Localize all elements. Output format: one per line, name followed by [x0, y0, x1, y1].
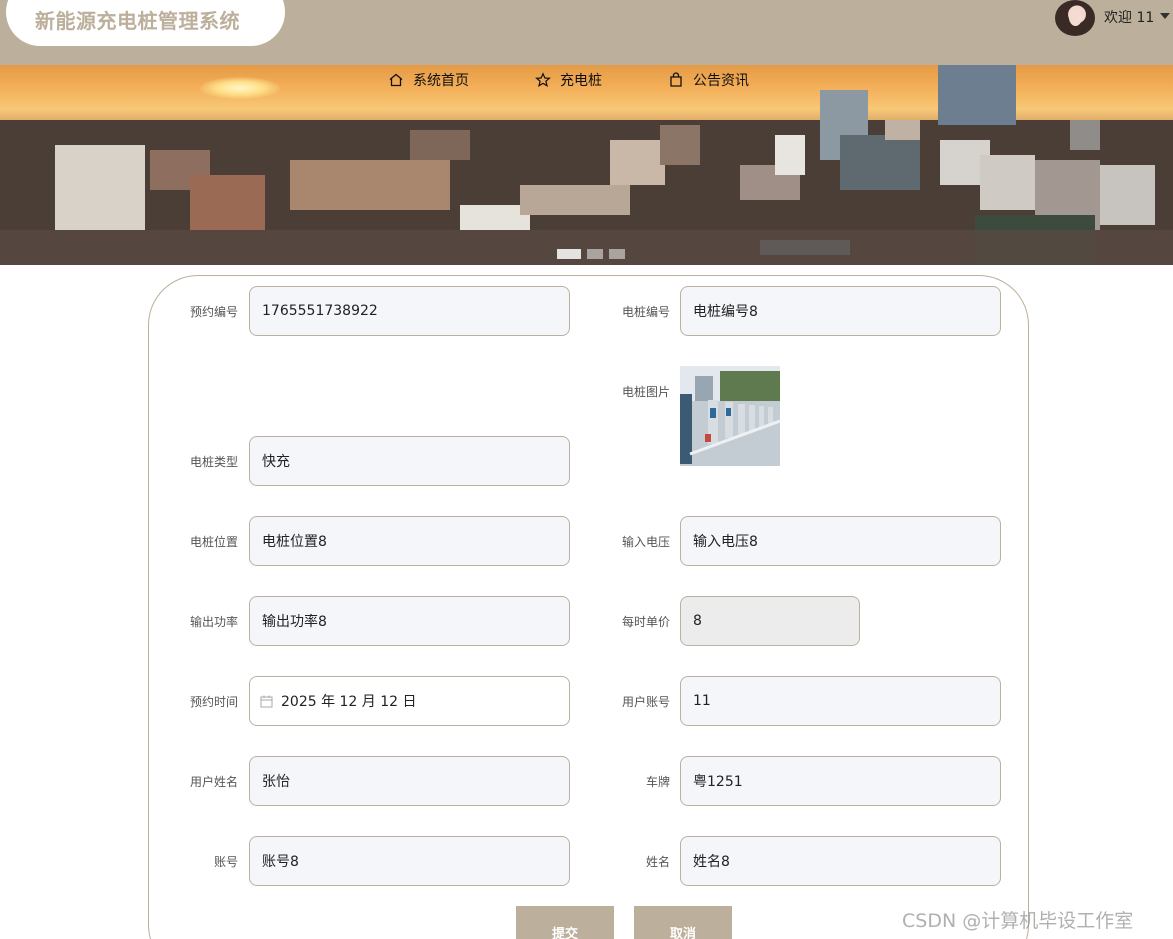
booking-no-field[interactable]: 1765551738922 — [249, 286, 570, 336]
label-booking-no: 预约编号 — [189, 305, 238, 319]
pile-no-field[interactable]: 电桩编号8 — [680, 286, 1001, 336]
booking-time-picker[interactable]: 2025 年 12 月 12 日 — [249, 676, 570, 726]
app-title: 新能源充电桩管理系统 — [35, 9, 240, 33]
label-pile-no: 电桩编号 — [621, 305, 670, 319]
nav-item-charging-pile[interactable]: 充电桩 — [535, 69, 602, 91]
label-name: 姓名 — [645, 855, 670, 869]
watermark: CSDN @计算机毕设工作室 — [902, 910, 1134, 932]
label-output-power: 输出功率 — [189, 615, 238, 629]
label-booking-time: 预约时间 — [189, 695, 238, 709]
pile-image — [680, 366, 780, 466]
user-account-value: 11 — [693, 693, 711, 709]
welcome-text[interactable]: 欢迎 11 — [1104, 7, 1154, 27]
pile-location-value: 电桩位置8 — [262, 534, 327, 550]
label-pile-type: 电桩类型 — [189, 455, 238, 469]
hourly-price-value: 8 — [693, 613, 702, 629]
user-account-field[interactable]: 11 — [680, 676, 1001, 726]
pile-type-value: 快充 — [262, 454, 290, 470]
bag-icon — [670, 72, 682, 87]
hourly-price-field[interactable]: 8 — [680, 596, 860, 646]
label-hourly-price: 每时单价 — [621, 615, 670, 629]
top-bar: 新能源充电桩管理系统 欢迎 11 — [0, 0, 1173, 65]
city-skyline-image — [0, 65, 1173, 265]
pile-no-value: 电桩编号8 — [693, 304, 758, 320]
label-pile-location: 电桩位置 — [189, 535, 238, 549]
user-avatar[interactable] — [1055, 0, 1095, 36]
pile-location-field[interactable]: 电桩位置8 — [249, 516, 570, 566]
calendar-icon — [260, 695, 273, 707]
name-field[interactable]: 姓名8 — [680, 836, 1001, 886]
label-user-account: 用户账号 — [621, 695, 670, 709]
account-field[interactable]: 账号8 — [249, 836, 570, 886]
plate-field[interactable]: 粤1251 — [680, 756, 1001, 806]
submit-button[interactable]: 提交 — [516, 906, 614, 939]
nav-item-home[interactable]: 系统首页 — [388, 69, 469, 91]
name-value: 姓名8 — [693, 854, 730, 870]
carousel-dot[interactable] — [587, 249, 603, 259]
carousel-dot[interactable] — [557, 249, 581, 259]
carousel-dot[interactable] — [609, 249, 625, 259]
input-voltage-field[interactable]: 输入电压8 — [680, 516, 1001, 566]
account-value: 账号8 — [262, 854, 299, 870]
nav-label-home: 系统首页 — [413, 73, 469, 89]
nav-label-announcements: 公告资讯 — [693, 73, 749, 89]
plate-value: 粤1251 — [693, 774, 743, 790]
cancel-button[interactable]: 取消 — [634, 906, 732, 939]
star-icon — [535, 72, 551, 87]
output-power-field[interactable]: 输出功率8 — [249, 596, 570, 646]
input-voltage-value: 输入电压8 — [693, 534, 758, 550]
nav-label-charging-pile: 充电桩 — [560, 73, 602, 89]
label-user-name: 用户姓名 — [189, 775, 238, 789]
carousel-indicators — [557, 249, 625, 259]
label-plate: 车牌 — [645, 775, 670, 789]
pile-type-field[interactable]: 快充 — [249, 436, 570, 486]
home-icon — [389, 73, 403, 87]
booking-no-value: 1765551738922 — [262, 303, 378, 319]
user-name-value: 张怡 — [262, 774, 290, 790]
label-pile-image: 电桩图片 — [621, 385, 670, 399]
chevron-down-icon[interactable] — [1160, 13, 1170, 19]
hero-banner: 系统首页 充电桩 公告资讯 — [0, 65, 1173, 265]
booking-time-value: 2025 年 12 月 12 日 — [281, 694, 417, 710]
output-power-value: 输出功率8 — [262, 614, 327, 630]
label-account: 账号 — [213, 855, 238, 869]
nav-item-announcements[interactable]: 公告资讯 — [668, 69, 749, 91]
label-input-voltage: 输入电压 — [621, 535, 670, 549]
user-name-field[interactable]: 张怡 — [249, 756, 570, 806]
